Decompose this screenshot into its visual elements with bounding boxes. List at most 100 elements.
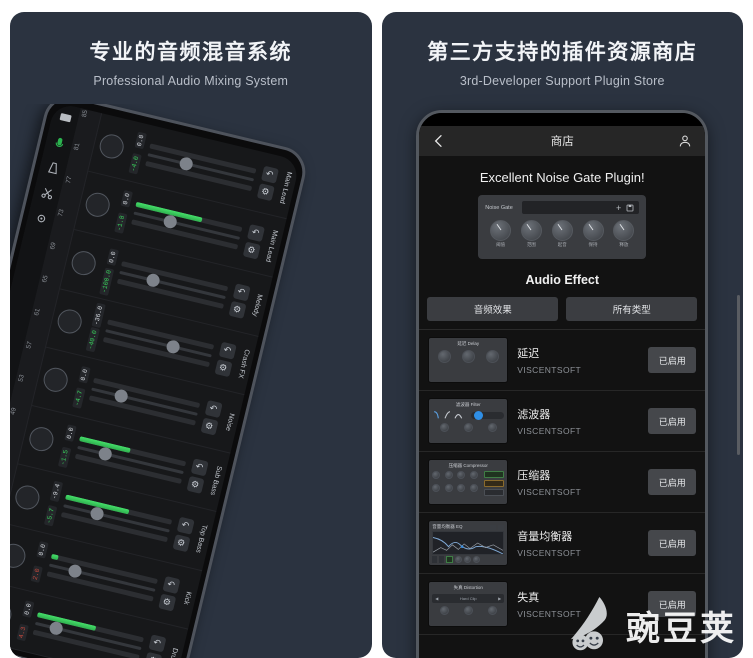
pan-knob[interactable] bbox=[10, 541, 28, 571]
plugin-developer: VISCENTSOFT bbox=[517, 365, 582, 375]
channel-db-value: -36.0 bbox=[91, 303, 106, 329]
fx-icon[interactable]: ⚙ bbox=[171, 534, 190, 553]
knob-dial bbox=[464, 556, 472, 563]
plugin-status-button[interactable]: 已启用 bbox=[648, 591, 697, 617]
channel-name: Drum bbox=[167, 647, 179, 658]
fx-icon[interactable]: ⚙ bbox=[185, 475, 205, 494]
fx-icon[interactable]: ⚙ bbox=[242, 241, 261, 260]
plugin-list-item[interactable]: 压缩器 Compressor 压缩器 VISCENTSOFT 已启用 bbox=[419, 452, 706, 513]
thumb-title: 滤波器 Filter bbox=[455, 402, 481, 407]
noise-gate-knob[interactable]: 保持 bbox=[582, 220, 604, 248]
undo-icon[interactable]: ↶ bbox=[162, 575, 181, 594]
noise-gate-knob[interactable]: 阈值 bbox=[490, 220, 512, 248]
channel-gain-value: -100.0 bbox=[99, 267, 115, 296]
channel-gain-value: -40.0 bbox=[85, 327, 101, 353]
right-feature-card: 第三方支持的插件资源商店 3rd-Developer Support Plugi… bbox=[381, 12, 743, 658]
thumb-knobs bbox=[432, 423, 504, 432]
thumb-title: 压缩器 Compressor bbox=[448, 463, 488, 468]
folder-icon[interactable] bbox=[57, 109, 73, 125]
filter-curve-icon bbox=[434, 411, 463, 419]
noise-gate-promo-card[interactable]: Noise Gate + 阈值 范围 起音 保持 释放 bbox=[478, 195, 647, 259]
knob-dial[interactable] bbox=[490, 220, 512, 241]
fx-icon[interactable]: ⚙ bbox=[199, 417, 219, 436]
fx-icon[interactable]: ⚙ bbox=[256, 183, 275, 202]
undo-icon[interactable]: ↶ bbox=[190, 458, 209, 477]
noise-gate-preset-field[interactable]: + bbox=[522, 201, 640, 214]
plus-icon[interactable]: + bbox=[616, 203, 621, 213]
channel-db-value: 0.0 bbox=[106, 248, 119, 267]
right-card-subtitle: 3rd-Developer Support Plugin Store bbox=[459, 74, 665, 88]
pan-knob[interactable] bbox=[69, 248, 99, 278]
noise-gate-knob[interactable]: 释放 bbox=[613, 220, 635, 248]
plugin-list-item[interactable]: 音量均衡器 EQ 音量均衡器 VISCENTSOFT 已启用 bbox=[419, 513, 706, 574]
plugin-status-button[interactable]: 已启用 bbox=[648, 408, 697, 434]
plugin-status-button[interactable]: 已启用 bbox=[648, 530, 697, 556]
scissors-icon[interactable] bbox=[39, 185, 55, 201]
pan-knob[interactable] bbox=[83, 190, 113, 220]
chevron-left-icon[interactable] bbox=[431, 133, 447, 149]
knob-dial bbox=[457, 471, 466, 479]
plugin-thumbnail: 音量均衡器 EQ bbox=[428, 520, 509, 566]
noise-gate-knob[interactable]: 起音 bbox=[551, 220, 573, 248]
fx-icon[interactable]: ⚙ bbox=[228, 300, 247, 319]
user-icon[interactable] bbox=[677, 133, 693, 149]
tab-all-types[interactable]: 所有类型 bbox=[566, 297, 698, 321]
left-feature-card: 专业的音频混音系统 Professional Audio Mixing Syst… bbox=[10, 12, 372, 658]
plugin-name: 音量均衡器 bbox=[517, 531, 573, 543]
knob-dial bbox=[463, 423, 473, 432]
left-card-title: 专业的音频混音系统 bbox=[89, 41, 292, 64]
plugin-name: 滤波器 bbox=[517, 409, 551, 421]
plugin-list-item[interactable]: 滤波器 Filter 滤波器 VISCENTSOFT 已启用 bbox=[419, 391, 706, 452]
ruler-mark: 53 bbox=[17, 373, 26, 383]
pan-knob[interactable] bbox=[12, 482, 42, 512]
plugin-developer: VISCENTSOFT bbox=[517, 487, 582, 497]
knob-dial bbox=[432, 484, 441, 492]
status-bar bbox=[419, 113, 706, 126]
plugin-name: 延迟 bbox=[517, 348, 540, 360]
eq-spectrum-graph bbox=[432, 531, 505, 555]
plugin-status-button[interactable]: 已启用 bbox=[648, 347, 697, 373]
knob-label: 范围 bbox=[526, 242, 536, 247]
plugin-list[interactable]: 延迟 Delay 延迟 VISCENTSOFT 已启用 滤波器 Filter 滤波器 VIS… bbox=[419, 330, 706, 658]
record-icon[interactable] bbox=[51, 135, 67, 151]
pan-knob[interactable] bbox=[27, 424, 56, 454]
undo-icon[interactable]: ↶ bbox=[232, 282, 251, 301]
fx-icon[interactable]: ⚙ bbox=[157, 593, 176, 612]
plugin-status-button[interactable]: 已启用 bbox=[648, 469, 697, 495]
knob-dial[interactable] bbox=[520, 220, 542, 241]
plugin-list-item[interactable]: 失真 Distortion ◀ Hard Clip ▶ 失真 VISCENTSOFT 已启用 bbox=[419, 574, 706, 635]
undo-icon[interactable]: ↶ bbox=[246, 224, 265, 243]
knob-dial bbox=[487, 606, 497, 615]
knob-dial[interactable] bbox=[613, 220, 635, 241]
chevron-right-icon: ▶ bbox=[498, 596, 502, 601]
undo-icon[interactable]: ↶ bbox=[218, 341, 237, 360]
undo-icon[interactable]: ↶ bbox=[176, 516, 195, 536]
knob-dial[interactable] bbox=[582, 220, 604, 241]
plugin-developer: VISCENTSOFT bbox=[517, 426, 582, 436]
pan-knob[interactable] bbox=[41, 365, 71, 395]
plugin-list-item[interactable]: 延迟 Delay 延迟 VISCENTSOFT 已启用 bbox=[419, 330, 706, 391]
noise-gate-knob[interactable]: 范围 bbox=[520, 220, 542, 248]
left-card-subtitle: Professional Audio Mixing System bbox=[93, 74, 289, 88]
plugin-thumbnail: 滤波器 Filter bbox=[428, 398, 509, 444]
plugin-info: 音量均衡器 VISCENTSOFT bbox=[517, 528, 639, 558]
knob-dial[interactable] bbox=[551, 220, 573, 241]
fx-icon[interactable]: ⚙ bbox=[214, 358, 233, 377]
undo-icon[interactable]: ↶ bbox=[204, 399, 223, 418]
pan-knob[interactable] bbox=[55, 307, 85, 337]
store-phone: 商店 Excellent Noise Gate Plugin! Noise Ga… bbox=[416, 110, 740, 658]
thumb-filter-row bbox=[432, 410, 505, 420]
metronome-icon[interactable] bbox=[45, 160, 61, 176]
channel-name: Top Bass bbox=[194, 524, 208, 554]
knob-dial bbox=[432, 471, 441, 479]
pan-knob[interactable] bbox=[97, 131, 127, 161]
store-screen: 商店 Excellent Noise Gate Plugin! Noise Ga… bbox=[419, 126, 706, 658]
undo-icon[interactable]: ↶ bbox=[260, 165, 279, 184]
fx-icon[interactable]: ⚙ bbox=[143, 651, 162, 658]
undo-icon[interactable]: ↶ bbox=[147, 634, 167, 653]
settings-icon[interactable] bbox=[33, 211, 49, 227]
save-icon[interactable] bbox=[626, 204, 634, 212]
knob-dial bbox=[463, 606, 473, 615]
plugin-thumbnail: 压缩器 Compressor bbox=[428, 459, 509, 505]
tab-audio-effects[interactable]: 音频效果 bbox=[427, 297, 559, 321]
